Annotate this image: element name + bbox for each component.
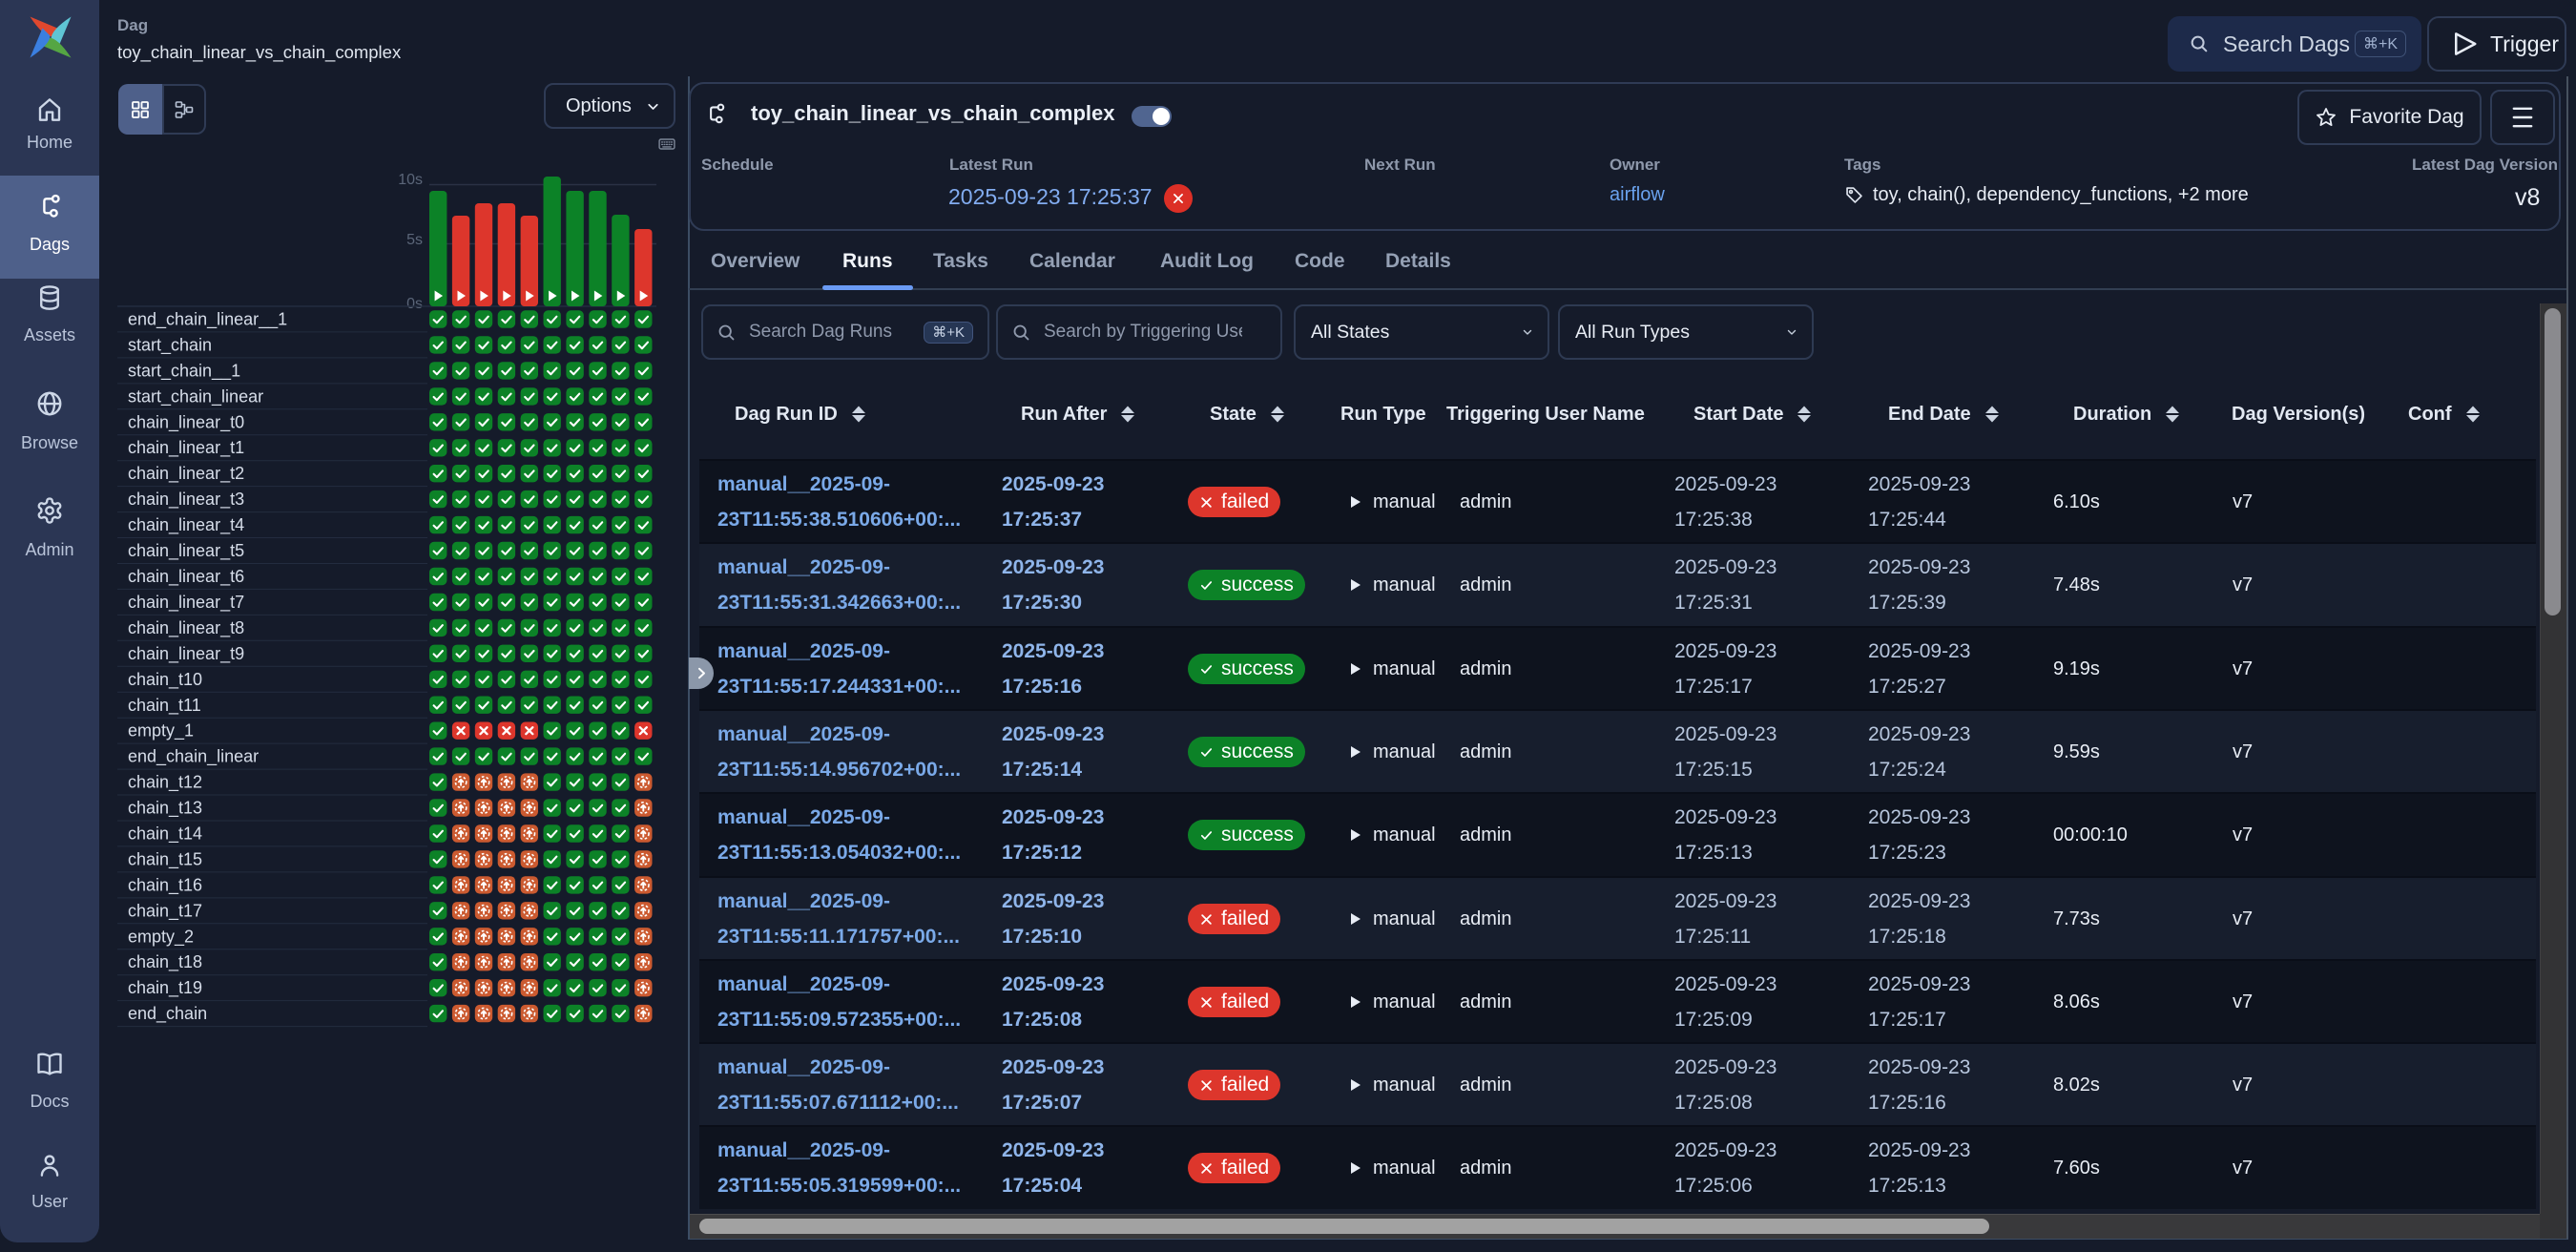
svg-text:empty_2: empty_2 xyxy=(128,927,194,947)
svg-text:chain_t13: chain_t13 xyxy=(128,799,202,819)
svg-text:10s: 10s xyxy=(398,172,423,188)
svg-text:chain_linear_t1: chain_linear_t1 xyxy=(128,438,244,458)
svg-text:empty_1: empty_1 xyxy=(128,721,194,741)
svg-text:chain_linear_t2: chain_linear_t2 xyxy=(128,464,244,484)
svg-text:chain_linear_t9: chain_linear_t9 xyxy=(128,644,244,664)
svg-text:chain_t19: chain_t19 xyxy=(128,978,202,998)
svg-text:chain_t11: chain_t11 xyxy=(128,696,201,716)
svg-text:chain_t18: chain_t18 xyxy=(128,952,202,972)
svg-text:chain_t15: chain_t15 xyxy=(128,849,202,869)
svg-text:chain_linear_t0: chain_linear_t0 xyxy=(128,412,244,432)
svg-text:end_chain_linear: end_chain_linear xyxy=(128,747,259,767)
svg-text:start_chain__1: start_chain__1 xyxy=(128,361,240,381)
svg-text:start_chain_linear: start_chain_linear xyxy=(128,386,263,407)
svg-text:start_chain: start_chain xyxy=(128,335,212,355)
svg-text:chain_t10: chain_t10 xyxy=(128,670,202,690)
svg-text:chain_linear_t3: chain_linear_t3 xyxy=(128,490,244,510)
svg-text:end_chain: end_chain xyxy=(128,1004,207,1024)
svg-text:5s: 5s xyxy=(406,232,423,248)
svg-text:chain_t17: chain_t17 xyxy=(128,901,202,921)
svg-text:chain_t16: chain_t16 xyxy=(128,875,202,895)
svg-text:chain_linear_t5: chain_linear_t5 xyxy=(128,541,244,561)
svg-text:end_chain_linear__1: end_chain_linear__1 xyxy=(128,310,287,330)
svg-text:chain_t12: chain_t12 xyxy=(128,773,202,793)
svg-text:chain_linear_t7: chain_linear_t7 xyxy=(128,593,244,613)
svg-text:chain_linear_t8: chain_linear_t8 xyxy=(128,618,244,638)
svg-text:chain_linear_t6: chain_linear_t6 xyxy=(128,567,244,587)
svg-text:chain_linear_t4: chain_linear_t4 xyxy=(128,515,244,535)
svg-text:0s: 0s xyxy=(406,296,423,312)
svg-text:chain_t14: chain_t14 xyxy=(128,824,202,845)
